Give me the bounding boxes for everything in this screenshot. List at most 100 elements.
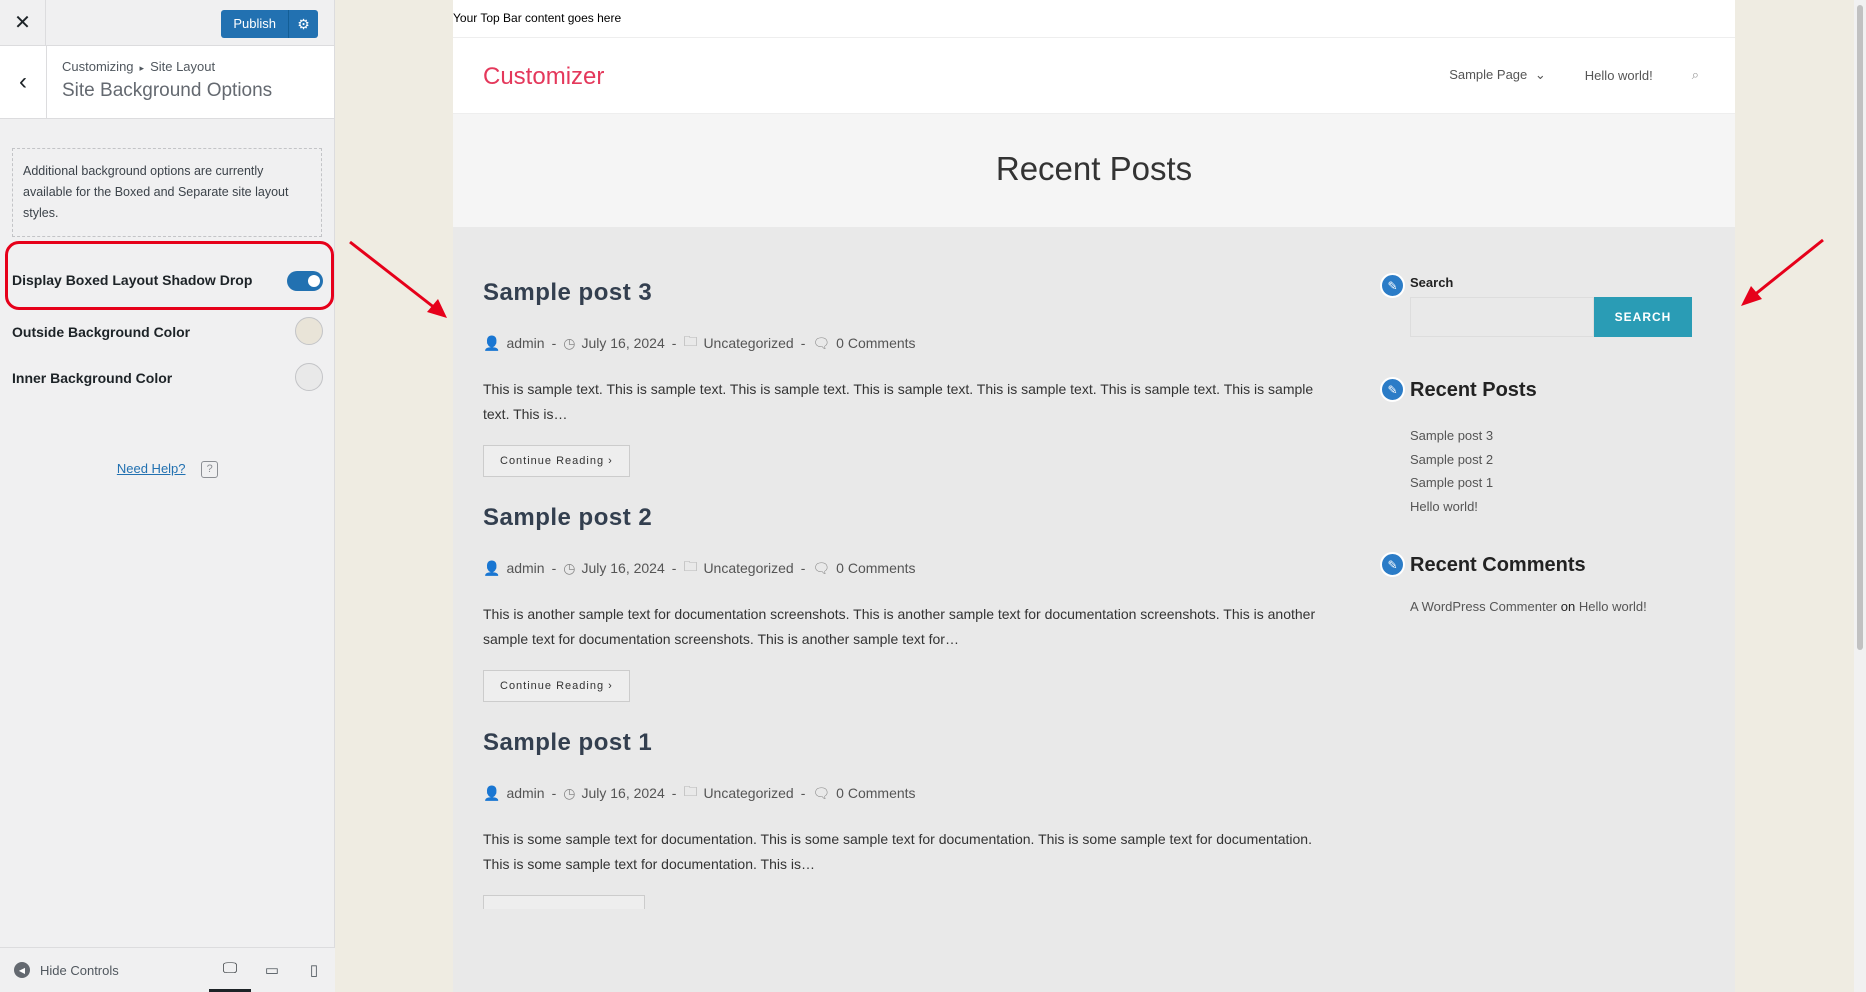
- list-item: A WordPress Commenter on Hello world!: [1410, 595, 1723, 619]
- list-item[interactable]: Sample post 2: [1410, 448, 1723, 472]
- recent-posts-widget: ✎ Recent Posts Sample post 3 Sample post…: [1380, 377, 1723, 518]
- need-help-link[interactable]: Need Help?: [117, 461, 186, 476]
- customizer-footer: ◀ Hide Controls 🖵 ▭ ▯: [0, 947, 335, 992]
- widget-title: Recent Posts: [1410, 379, 1537, 401]
- button-label: Continue Reading: [500, 680, 605, 692]
- list-item[interactable]: Sample post 3: [1410, 424, 1723, 448]
- button-label: Continue Reading: [500, 455, 605, 467]
- folder-icon: 🗀: [683, 783, 698, 799]
- continue-reading-button[interactable]: Continue Reading ›: [483, 445, 630, 477]
- mobile-preview-icon[interactable]: ▯: [293, 948, 335, 992]
- comment-on-text: on: [1560, 599, 1576, 614]
- post-excerpt: This is another sample text for document…: [483, 606, 1316, 647]
- content-area: Sample post 3 👤 admin - ◷ July 16, 2024- 🗀 U…: [453, 227, 1735, 992]
- post-excerpt: This is sample text. This is sample text…: [483, 381, 1314, 422]
- inner-bg-color-label: Inner Background Color: [12, 370, 173, 386]
- annotation-highlight-box: [5, 241, 334, 310]
- sidebar: ✎ Search SEARCH ✎ Recent Posts Sample po…: [1380, 273, 1723, 649]
- post-meta: 👤 admin - ◷ July 16, 2024- 🗀 Uncategorized - …: [483, 556, 1333, 580]
- widget-title: Search: [1410, 275, 1454, 290]
- post-comments[interactable]: 0 Comments: [836, 785, 915, 801]
- publish-button[interactable]: Publish: [221, 10, 288, 38]
- breadcrumb-arrow-icon: ▸: [139, 63, 145, 73]
- user-icon: 👤: [483, 334, 501, 351]
- post-meta: 👤 admin - ◷ July 16, 2024- 🗀 Uncategorized - …: [483, 331, 1333, 355]
- widget-title: Recent Comments: [1410, 554, 1586, 576]
- recent-posts-list: Sample post 3 Sample post 2 Sample post …: [1393, 424, 1723, 518]
- nav-item-sample-page[interactable]: Sample Page ⌄: [1410, 67, 1546, 83]
- site-header: Customizer Sample Page ⌄ Hello world! ⌕: [453, 38, 1735, 114]
- post-category[interactable]: Uncategorized: [703, 560, 793, 576]
- publish-button-group: Publish ⚙: [221, 10, 318, 38]
- search-button[interactable]: SEARCH: [1594, 297, 1692, 337]
- post-item: Sample post 2 👤 admin - ◷ July 16, 2024- 🗀 U…: [483, 504, 1333, 702]
- inner-bg-color-control: Inner Background Color: [0, 357, 335, 399]
- post-item: Sample post 1 👤 admin - ◷ July 16, 2024- 🗀 U…: [483, 729, 1333, 914]
- pencil-icon: ✎: [1380, 273, 1405, 298]
- list-item[interactable]: Sample post 1: [1410, 471, 1723, 495]
- top-bar: Your Top Bar content goes here: [453, 0, 1735, 38]
- post-meta: 👤 admin - ◷ July 16, 2024- 🗀 Uncategorized - …: [483, 781, 1333, 805]
- hide-controls-label: Hide Controls: [40, 962, 119, 978]
- desktop-preview-icon[interactable]: 🖵: [209, 948, 251, 992]
- annotation-arrow-right: [1741, 238, 1824, 306]
- scrollbar[interactable]: [1854, 0, 1866, 992]
- clock-icon: ◷: [563, 559, 576, 576]
- nav-label: Sample Page: [1449, 67, 1528, 82]
- post-date: July 16, 2024: [581, 560, 665, 576]
- comment-icon: 🗨: [812, 559, 831, 576]
- post-author[interactable]: admin: [506, 785, 544, 801]
- folder-icon: 🗀: [683, 558, 698, 574]
- nav-item-hello-world[interactable]: Hello world!: [1585, 68, 1653, 83]
- back-chevron-icon[interactable]: ‹: [0, 46, 47, 118]
- close-icon[interactable]: ✕: [0, 0, 46, 46]
- clock-icon: ◷: [563, 334, 576, 351]
- comment-icon: 🗨: [812, 334, 831, 351]
- post-item: Sample post 3 👤 admin - ◷ July 16, 2024- 🗀 U…: [483, 279, 1333, 477]
- main-nav: Sample Page ⌄ Hello world! ⌕: [1371, 67, 1699, 83]
- annotation-arrow-left: [349, 240, 447, 318]
- recent-comments-widget: ✎ Recent Comments A WordPress Commenter …: [1380, 552, 1723, 619]
- inner-bg-color-swatch[interactable]: [295, 363, 323, 391]
- user-icon: 👤: [483, 784, 501, 801]
- post-author[interactable]: admin: [506, 335, 544, 351]
- clock-icon: ◷: [563, 784, 576, 801]
- comment-icon: 🗨: [812, 784, 831, 801]
- continue-reading-button[interactable]: [483, 895, 645, 909]
- post-category[interactable]: Uncategorized: [703, 785, 793, 801]
- outside-bg-color-swatch[interactable]: [295, 317, 323, 345]
- folder-icon: 🗀: [683, 333, 698, 349]
- collapse-icon: ◀: [14, 962, 30, 978]
- post-excerpt: This is some sample text for documentati…: [483, 831, 1312, 872]
- user-icon: 👤: [483, 559, 501, 576]
- gear-icon[interactable]: ⚙: [288, 10, 318, 38]
- outside-bg-color-control: Outside Background Color: [0, 311, 335, 353]
- pencil-icon: ✎: [1380, 552, 1405, 577]
- customizer-topbar: ✕ Publish ⚙: [0, 0, 334, 46]
- tablet-preview-icon[interactable]: ▭: [251, 948, 293, 992]
- post-comments[interactable]: 0 Comments: [836, 560, 915, 576]
- recent-comments-list: A WordPress Commenter on Hello world!: [1393, 595, 1723, 619]
- breadcrumb-root: Customizing: [62, 59, 134, 74]
- search-widget: ✎ Search SEARCH: [1380, 273, 1723, 337]
- chevron-down-icon: ⌄: [1534, 67, 1546, 82]
- scrollbar-thumb[interactable]: [1857, 5, 1863, 650]
- post-date: July 16, 2024: [581, 785, 665, 801]
- breadcrumb-section: Site Layout: [150, 59, 216, 74]
- comment-author-link[interactable]: A WordPress Commenter: [1410, 599, 1557, 614]
- post-category[interactable]: Uncategorized: [703, 335, 793, 351]
- post-title[interactable]: Sample post 2: [483, 504, 1333, 532]
- post-title[interactable]: Sample post 3: [483, 279, 1333, 307]
- site-logo[interactable]: Customizer: [483, 63, 604, 91]
- post-author[interactable]: admin: [506, 560, 544, 576]
- comment-post-link[interactable]: Hello world!: [1579, 599, 1647, 614]
- search-icon[interactable]: ⌕: [1692, 67, 1699, 83]
- hide-controls-button[interactable]: ◀ Hide Controls: [0, 962, 209, 978]
- post-comments[interactable]: 0 Comments: [836, 335, 915, 351]
- site-preview: Your Top Bar content goes here Customize…: [453, 0, 1735, 992]
- post-title[interactable]: Sample post 1: [483, 729, 1333, 757]
- list-item[interactable]: Hello world!: [1410, 495, 1723, 519]
- help-icon[interactable]: ?: [201, 461, 219, 479]
- continue-reading-button[interactable]: Continue Reading ›: [483, 670, 630, 702]
- search-input[interactable]: [1410, 297, 1594, 337]
